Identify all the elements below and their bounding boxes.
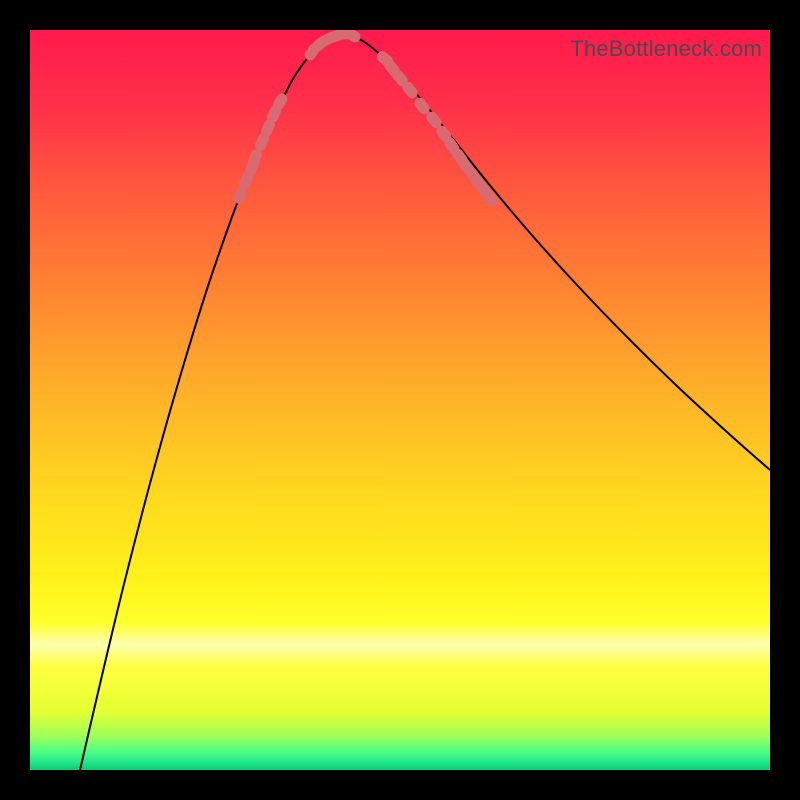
highlight-dots-layer [30, 30, 770, 770]
watermark-text: TheBottleneck.com [570, 36, 762, 62]
chart-frame: TheBottleneck.com [30, 30, 770, 770]
